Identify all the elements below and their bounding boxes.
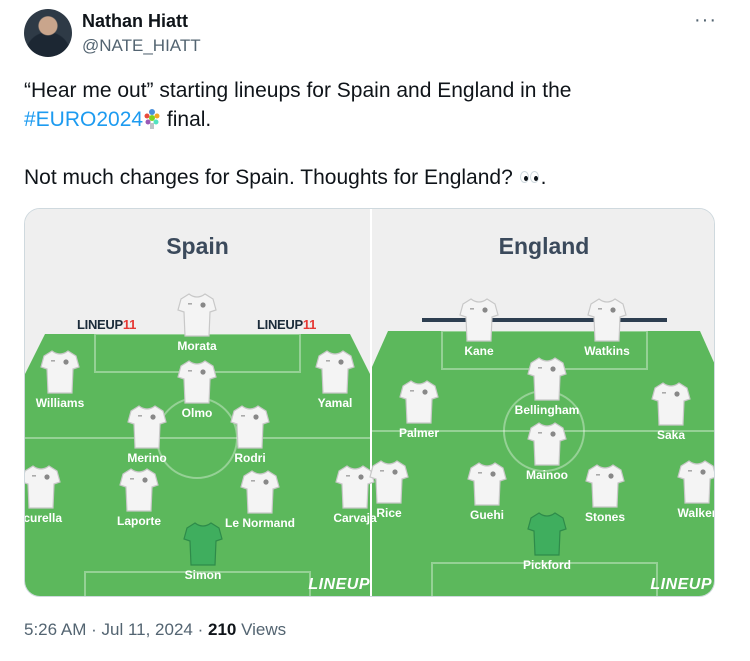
shirt-icon bbox=[119, 468, 159, 512]
shirt-icon bbox=[369, 460, 409, 504]
views-label: Views bbox=[241, 620, 287, 639]
tweet-line-3-text: Not much changes for Spain. Thoughts for… bbox=[24, 166, 519, 189]
tweet-date[interactable]: Jul 11, 2024 bbox=[102, 620, 193, 639]
tweet-line-2: #EURO2024 final. bbox=[24, 105, 724, 134]
logo-text: LINEUP bbox=[257, 317, 303, 332]
spain-player: Morata bbox=[162, 292, 232, 353]
more-options-icon[interactable]: ··· bbox=[694, 9, 717, 32]
logo-num: 11 bbox=[302, 317, 317, 332]
eyes-emoji-icon bbox=[519, 170, 541, 184]
tweet-line-2-suffix: final. bbox=[161, 108, 212, 131]
spain-player: ıcurella bbox=[24, 464, 76, 525]
england-player-name: Saka bbox=[656, 428, 686, 442]
england-player: Saka bbox=[636, 381, 706, 442]
shirt-icon bbox=[127, 405, 167, 449]
spain-player-name: Yamal bbox=[317, 396, 353, 410]
logo-num: 11 bbox=[122, 317, 137, 332]
spain-player-name: Williams bbox=[35, 396, 85, 410]
tweet-time[interactable]: 5:26 AM bbox=[24, 620, 86, 639]
spain-player: Simon bbox=[168, 521, 238, 582]
shirt-icon bbox=[399, 380, 439, 424]
england-player-name: Palmer bbox=[398, 426, 440, 440]
author-name[interactable]: Nathan Hiatt bbox=[82, 11, 188, 32]
england-player: Kane bbox=[444, 297, 514, 358]
england-player: Palmer bbox=[384, 379, 454, 440]
tweet-line-3: Not much changes for Spain. Thoughts for… bbox=[24, 163, 724, 192]
shirt-icon bbox=[651, 382, 691, 426]
shirt-icon bbox=[177, 293, 217, 337]
shirt-icon bbox=[315, 350, 355, 394]
shirt-icon bbox=[230, 405, 270, 449]
spain-player-name: Merino bbox=[127, 451, 167, 465]
spain-player-name: Laporte bbox=[116, 514, 161, 528]
shirt-icon bbox=[459, 298, 499, 342]
lineup-brand-right: LINEUP bbox=[650, 576, 712, 593]
separator-dot: · bbox=[197, 620, 208, 639]
england-player: Pickford bbox=[512, 511, 582, 572]
tweet-footer: 5:26 AM · Jul 11, 2024 · 210 Views bbox=[24, 620, 286, 640]
goalkeeper-shirt-icon bbox=[183, 522, 223, 566]
spain-player: Laporte bbox=[104, 467, 174, 528]
shirt-icon bbox=[527, 422, 567, 466]
england-player-name: Bellingham bbox=[514, 403, 580, 417]
spain-player: Yamal bbox=[300, 349, 370, 410]
england-player-name: Rice bbox=[376, 506, 402, 520]
spain-title: Spain bbox=[166, 233, 229, 259]
england-title: England bbox=[498, 233, 590, 259]
shirt-icon bbox=[25, 465, 61, 509]
lineup11-logo-right: LINEUP11 bbox=[257, 317, 316, 332]
spain-player-name: Simon bbox=[184, 568, 222, 582]
avatar[interactable] bbox=[24, 9, 72, 57]
england-player-name: Kane bbox=[464, 344, 494, 358]
england-player: Walker bbox=[662, 459, 715, 520]
tweet-line-1: “Hear me out” starting lineups for Spain… bbox=[24, 79, 572, 102]
spain-player: Merino bbox=[112, 404, 182, 465]
shirt-icon bbox=[240, 470, 280, 514]
spain-player-name: ıcurella bbox=[24, 511, 63, 525]
goalkeeper-shirt-icon bbox=[527, 512, 567, 556]
spain-player-name: Morata bbox=[177, 339, 217, 353]
shirt-icon bbox=[467, 462, 507, 506]
shirt-icon bbox=[527, 357, 567, 401]
spain-player: Williams bbox=[25, 349, 95, 410]
logo-text: LINEUP bbox=[77, 317, 123, 332]
shirt-icon bbox=[587, 298, 627, 342]
england-player: Rice bbox=[354, 459, 424, 520]
england-player: Watkins bbox=[572, 297, 642, 358]
author-handle[interactable]: @NATE_HIATT bbox=[82, 36, 201, 56]
euro-trophy-icon bbox=[143, 108, 161, 130]
spain-player: Rodri bbox=[215, 404, 285, 465]
tweet-line-3-end: . bbox=[540, 166, 547, 189]
england-player: Bellingham bbox=[512, 356, 582, 417]
shirt-icon bbox=[585, 464, 625, 508]
england-player-name: Walker bbox=[677, 506, 715, 520]
hashtag-link[interactable]: #EURO2024 bbox=[24, 108, 143, 131]
tweet-text: “Hear me out” starting lineups for Spain… bbox=[24, 76, 724, 192]
england-player-name: Pickford bbox=[522, 558, 571, 572]
lineup11-logo-left: LINEUP11 bbox=[77, 317, 136, 332]
shirt-icon bbox=[40, 350, 80, 394]
lineup-brand-left: LINEUP bbox=[308, 576, 370, 593]
tweet-media[interactable]: Spain LINEUP11 LINEUP11 LINEUP England L… bbox=[24, 208, 715, 597]
england-player-name: Watkins bbox=[584, 344, 630, 358]
shirt-icon bbox=[677, 460, 714, 504]
views-count: 210 bbox=[208, 620, 237, 639]
spain-player-name: Rodri bbox=[234, 451, 266, 465]
separator-dot: · bbox=[91, 620, 102, 639]
shirt-icon bbox=[177, 360, 217, 404]
